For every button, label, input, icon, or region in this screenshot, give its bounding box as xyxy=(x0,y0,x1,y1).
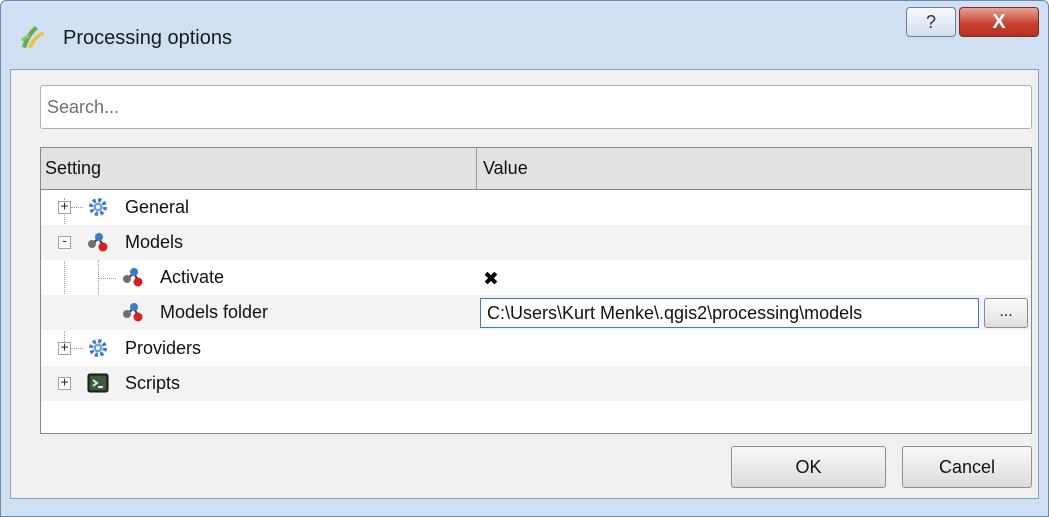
expand-icon[interactable]: + xyxy=(58,341,71,355)
expand-icon[interactable]: + xyxy=(58,376,71,390)
row-label: Models xyxy=(125,232,184,252)
models-icon xyxy=(123,268,143,287)
dialog-body: Setting Value + General xyxy=(10,69,1039,499)
tree-row-general[interactable]: + General xyxy=(41,190,1031,225)
row-label: Models folder xyxy=(160,302,269,322)
models-icon xyxy=(123,303,143,322)
models-folder-input[interactable] xyxy=(480,298,979,328)
tree-header: Setting Value xyxy=(41,148,1031,190)
column-header-setting[interactable]: Setting xyxy=(41,148,477,189)
settings-tree: Setting Value + General - Models Activat… xyxy=(40,147,1032,434)
collapse-icon[interactable]: - xyxy=(58,235,71,249)
row-label: General xyxy=(125,197,190,217)
cancel-button[interactable]: Cancel xyxy=(902,446,1032,488)
column-header-value[interactable]: Value xyxy=(477,148,1031,189)
gear-icon xyxy=(89,198,107,216)
tree-row-providers[interactable]: + Providers xyxy=(41,331,1031,366)
help-button[interactable]: ? xyxy=(906,7,956,37)
row-label: Providers xyxy=(125,338,202,358)
terminal-icon xyxy=(87,373,109,393)
tree-row-models[interactable]: - Models xyxy=(41,225,1031,260)
search-input[interactable] xyxy=(40,85,1032,129)
expand-icon[interactable]: + xyxy=(58,200,71,214)
activate-checkbox[interactable]: ✖ xyxy=(483,268,499,291)
ok-button[interactable]: OK xyxy=(731,446,886,488)
gear-icon xyxy=(89,339,107,357)
browse-button[interactable]: ... xyxy=(984,298,1028,328)
row-label: Scripts xyxy=(125,373,181,393)
close-button[interactable]: X xyxy=(959,7,1039,37)
row-label: Activate xyxy=(160,267,225,287)
processing-options-dialog: Processing options ? X Setting Value + xyxy=(0,0,1049,517)
window-title: Processing options xyxy=(63,27,232,49)
models-icon xyxy=(88,233,108,252)
qgis-logo-icon xyxy=(21,26,44,48)
tree-row-activate[interactable]: Activate ✖ xyxy=(41,260,1031,295)
title-bar[interactable]: Processing options ? X xyxy=(1,1,1048,63)
tree-row-models-folder[interactable]: Models folder ... xyxy=(41,295,1031,330)
tree-row-scripts[interactable]: + Scripts xyxy=(41,366,1031,401)
